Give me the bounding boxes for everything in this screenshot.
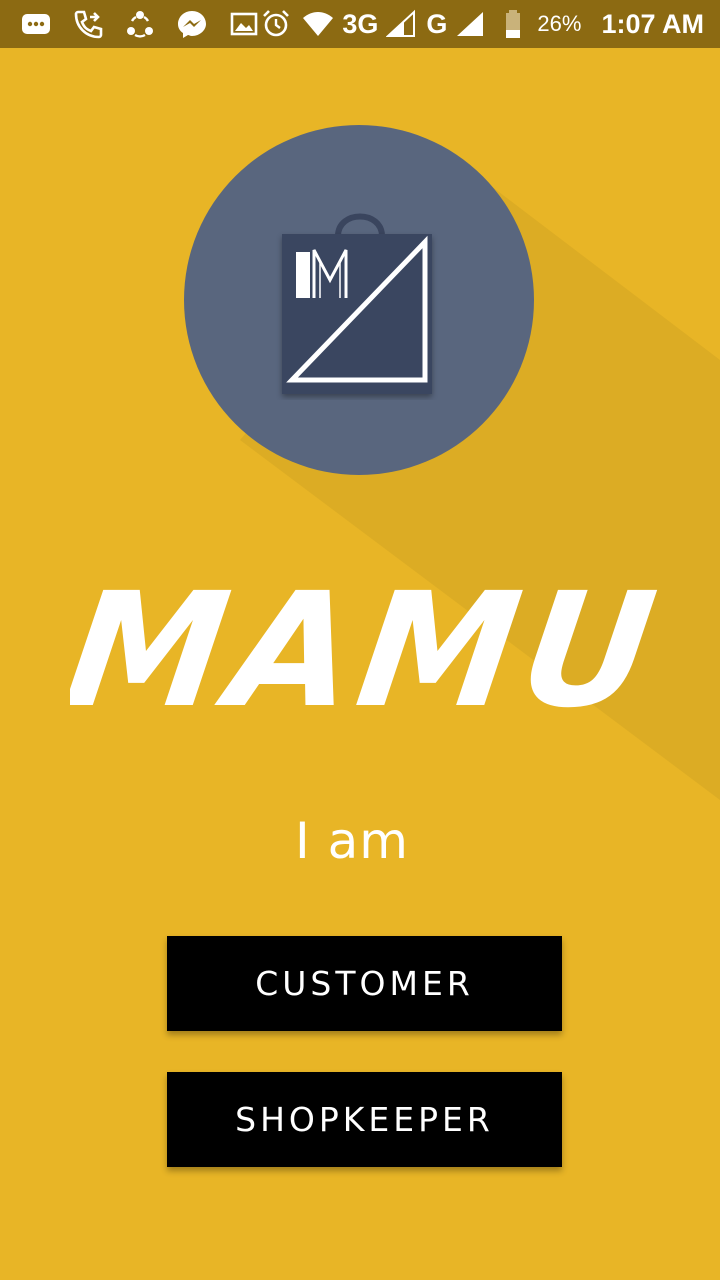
brand-logo-text: MAMU: [70, 560, 660, 740]
share-icon: [122, 6, 158, 42]
gallery-icon: [226, 6, 262, 42]
shopkeeper-button[interactable]: SHOPKEEPER: [167, 1072, 562, 1167]
iam-prompt: I am: [295, 812, 409, 870]
status-bar: 3G G 26% 1:07 AM: [0, 0, 720, 48]
network-g: G: [426, 8, 448, 39]
customer-button[interactable]: CUSTOMER: [167, 936, 562, 1031]
wifi-icon: [300, 6, 336, 42]
battery-icon: [495, 6, 531, 42]
svg-text:MAMU: MAMU: [70, 560, 660, 740]
alarm-icon: [258, 6, 294, 42]
screen: 3G G 26% 1:07 AM MAMU I am CUSTOMER SHOP…: [0, 0, 720, 1280]
signal-icon: [453, 6, 489, 42]
call-forward-icon: [70, 6, 106, 42]
signal-icon: [384, 6, 420, 42]
message-icon: [18, 6, 54, 42]
clock: 1:07 AM: [601, 8, 704, 39]
network-3g: 3G: [342, 8, 379, 39]
shopping-bag-logo-icon: [282, 213, 432, 394]
messenger-icon: [174, 6, 210, 42]
battery-percent: 26%: [537, 11, 582, 36]
